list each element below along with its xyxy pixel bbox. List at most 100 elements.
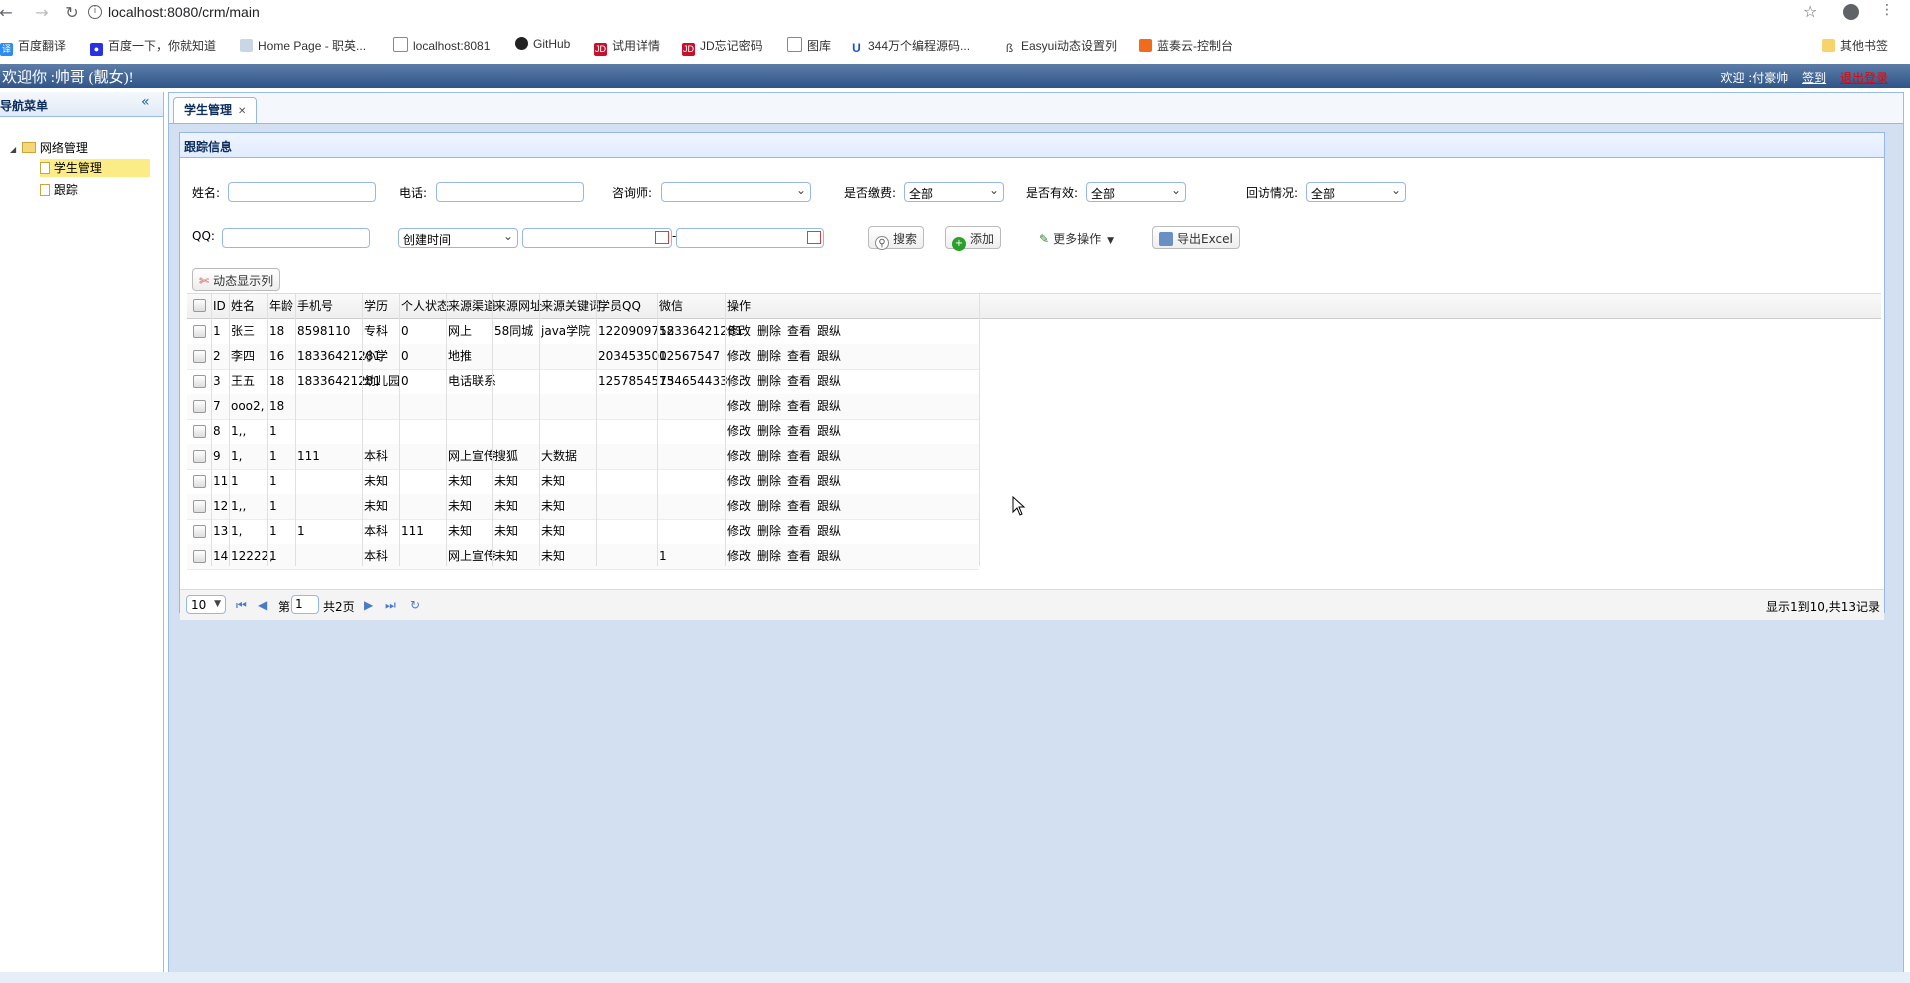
row-checkbox[interactable]: [193, 500, 206, 513]
col-header[interactable]: 微信: [659, 294, 683, 318]
row-action-link[interactable]: 修改: [727, 399, 751, 413]
sign-in-link[interactable]: 签到: [1802, 71, 1826, 85]
row-action-link[interactable]: 修改: [727, 324, 751, 338]
row-action-link[interactable]: 查看: [787, 524, 811, 538]
table-row[interactable]: 9 1, 1 111 本科 网上宣传 搜狐 大数据 修改 删除 查看 跟纵: [187, 444, 979, 470]
row-checkbox[interactable]: [193, 325, 206, 338]
row-action-link[interactable]: 跟纵: [817, 474, 841, 488]
col-header[interactable]: 操作: [727, 294, 751, 318]
row-action-link[interactable]: 跟纵: [817, 524, 841, 538]
table-row[interactable]: 2 李四 16 18336421281 小学 0 地推 203453500 12567547 修改…: [187, 344, 979, 370]
bookmark-item[interactable]: 其他书签: [1822, 37, 1888, 54]
row-action-link[interactable]: 查看: [787, 349, 811, 363]
account-icon[interactable]: [1843, 4, 1859, 20]
row-action-link[interactable]: 跟纵: [817, 499, 841, 513]
bookmark-item[interactable]: JD 试用详情: [594, 37, 660, 56]
logout-link[interactable]: 退出登录: [1840, 71, 1888, 85]
collapse-icon[interactable]: «: [141, 94, 150, 110]
menu-icon[interactable]: ⋮: [1880, 2, 1894, 18]
row-action-link[interactable]: 查看: [787, 399, 811, 413]
tree-expand-icon[interactable]: ◢: [10, 145, 16, 154]
row-action-link[interactable]: 修改: [727, 524, 751, 538]
col-header[interactable]: 来源关键词: [541, 294, 601, 318]
date-field-select[interactable]: 创建时间 ⌄: [398, 228, 518, 248]
row-action-link[interactable]: 删除: [757, 424, 781, 438]
col-header[interactable]: 学员QQ: [598, 294, 641, 318]
tree-group-network[interactable]: ◢ 网络管理: [10, 139, 88, 156]
row-action-link[interactable]: 修改: [727, 499, 751, 513]
col-header[interactable]: 手机号: [297, 294, 333, 318]
tree-item-student[interactable]: 学生管理: [40, 159, 150, 177]
col-header[interactable]: 年龄: [269, 294, 293, 318]
row-action-link[interactable]: 删除: [757, 399, 781, 413]
export-excel-button[interactable]: 导出Excel: [1152, 226, 1240, 249]
reload-icon[interactable]: ↻: [62, 3, 82, 22]
row-action-link[interactable]: 跟纵: [817, 374, 841, 388]
row-action-link[interactable]: 跟纵: [817, 399, 841, 413]
row-action-link[interactable]: 跟纵: [817, 324, 841, 338]
row-action-link[interactable]: 查看: [787, 449, 811, 463]
row-checkbox[interactable]: [193, 525, 206, 538]
page-size-select[interactable]: 10 ▼: [186, 595, 226, 614]
star-icon[interactable]: ☆: [1803, 2, 1817, 21]
forward-icon[interactable]: →: [32, 3, 52, 22]
row-action-link[interactable]: 修改: [727, 424, 751, 438]
col-header[interactable]: 姓名: [231, 294, 255, 318]
row-action-link[interactable]: 删除: [757, 499, 781, 513]
first-page-icon[interactable]: ⏮: [236, 598, 247, 613]
bookmark-item[interactable]: localhost:8081: [393, 37, 490, 53]
phone-input[interactable]: [436, 182, 584, 202]
bookmark-item[interactable]: 蓝奏云-控制台: [1139, 37, 1233, 54]
visit-select[interactable]: 全部 ⌄: [1306, 182, 1406, 202]
qq-input[interactable]: [222, 228, 370, 248]
dynamic-columns-button[interactable]: ✄ 动态显示列: [192, 268, 281, 291]
row-action-link[interactable]: 删除: [757, 524, 781, 538]
end-date-input[interactable]: [676, 228, 824, 248]
bookmark-item[interactable]: 图库: [787, 37, 831, 54]
info-icon[interactable]: i: [88, 5, 102, 19]
prev-page-icon[interactable]: ◀: [258, 598, 267, 612]
row-checkbox[interactable]: [193, 425, 206, 438]
col-header[interactable]: 来源网址: [494, 294, 542, 318]
start-date-input[interactable]: [522, 228, 672, 248]
row-checkbox[interactable]: [193, 375, 206, 388]
row-action-link[interactable]: 删除: [757, 349, 781, 363]
col-header[interactable]: 来源渠道: [448, 294, 496, 318]
col-header[interactable]: 个人状态: [401, 294, 449, 318]
tree-item-track[interactable]: 跟踪: [40, 181, 78, 198]
page-number-input[interactable]: 1: [291, 595, 319, 614]
row-action-link[interactable]: 修改: [727, 374, 751, 388]
row-checkbox[interactable]: [193, 400, 206, 413]
bookmark-item[interactable]: GitHub: [515, 37, 570, 51]
row-action-link[interactable]: 查看: [787, 474, 811, 488]
row-checkbox[interactable]: [193, 450, 206, 463]
row-action-link[interactable]: 查看: [787, 499, 811, 513]
next-page-icon[interactable]: ▶: [364, 598, 373, 612]
row-action-link[interactable]: 删除: [757, 449, 781, 463]
table-row[interactable]: 12 1,, 1 未知 未知 未知 未知 修改 删除 查看 跟纵: [187, 494, 979, 520]
row-checkbox[interactable]: [193, 350, 206, 363]
row-action-link[interactable]: 修改: [727, 474, 751, 488]
row-action-link[interactable]: 修改: [727, 549, 751, 563]
row-action-link[interactable]: 删除: [757, 549, 781, 563]
table-row[interactable]: 3 王五 18 18336421281 幼儿园 0 电话联系 1257854575 134654…: [187, 369, 979, 395]
refresh-icon[interactable]: ↻: [410, 598, 420, 612]
last-page-icon[interactable]: ⏭: [385, 598, 396, 613]
close-icon[interactable]: ✕: [238, 106, 246, 117]
more-actions-button[interactable]: ✎ 更多操作 ▼: [1032, 226, 1121, 249]
search-button[interactable]: ⚲ 搜索: [868, 226, 925, 250]
table-row[interactable]: 13 1, 1 1 本科 111 未知 未知 未知 修改 删除 查看 跟纵: [187, 519, 979, 545]
row-action-link[interactable]: 跟纵: [817, 424, 841, 438]
row-action-link[interactable]: 跟纵: [817, 549, 841, 563]
add-button[interactable]: + 添加: [945, 226, 1002, 251]
row-action-link[interactable]: 查看: [787, 374, 811, 388]
back-icon[interactable]: ←: [0, 3, 16, 22]
calendar-icon[interactable]: [655, 231, 669, 244]
row-action-link[interactable]: 跟纵: [817, 349, 841, 363]
bookmark-item[interactable]: 译百度翻译: [0, 37, 66, 56]
table-row[interactable]: 11 1 1 未知 未知 未知 未知 修改 删除 查看 跟纵: [187, 469, 979, 495]
calendar-icon[interactable]: [807, 231, 821, 244]
row-action-link[interactable]: 删除: [757, 474, 781, 488]
col-header[interactable]: 学历: [364, 294, 388, 318]
row-action-link[interactable]: 修改: [727, 349, 751, 363]
